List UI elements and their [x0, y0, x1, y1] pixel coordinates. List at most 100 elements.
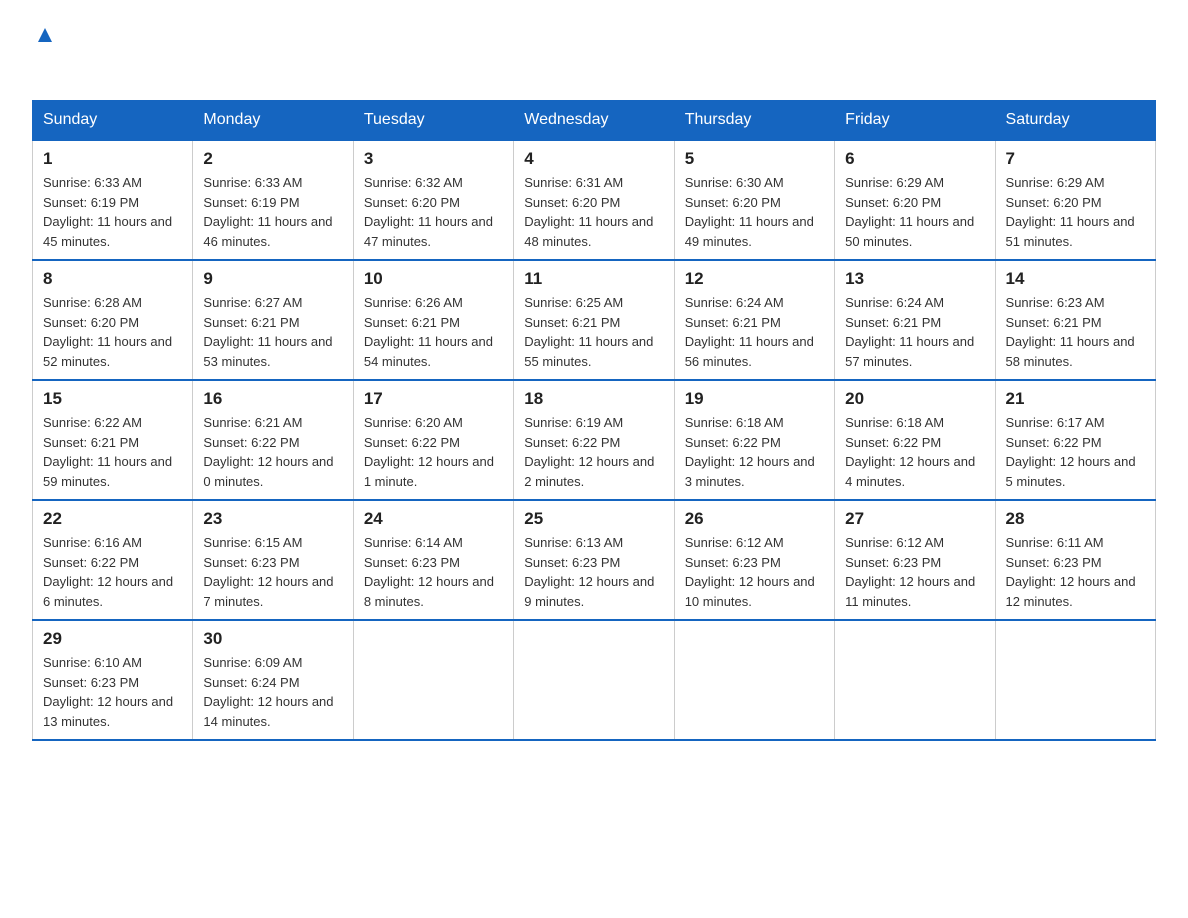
day-info: Sunrise: 6:14 AMSunset: 6:23 PMDaylight:… — [364, 533, 503, 611]
calendar-cell: 29Sunrise: 6:10 AMSunset: 6:23 PMDayligh… — [33, 620, 193, 740]
day-number: 9 — [203, 269, 342, 289]
day-number: 20 — [845, 389, 984, 409]
calendar-cell — [353, 620, 513, 740]
day-number: 6 — [845, 149, 984, 169]
calendar-cell: 1 Sunrise: 6:33 AMSunset: 6:19 PMDaylight… — [33, 140, 193, 260]
calendar-cell: 23 Sunrise: 6:15 AMSunset: 6:23 PMDayligh… — [193, 500, 353, 620]
day-info: Sunrise: 6:32 AMSunset: 6:20 PMDaylight:… — [364, 173, 503, 251]
day-number: 23 — [203, 509, 342, 529]
day-number: 15 — [43, 389, 182, 409]
day-info: Sunrise: 6:33 AMSunset: 6:19 PMDaylight:… — [203, 173, 342, 251]
day-number: 24 — [364, 509, 503, 529]
calendar-cell: 8 Sunrise: 6:28 AMSunset: 6:20 PMDaylight… — [33, 260, 193, 380]
calendar-header-row: SundayMondayTuesdayWednesdayThursdayFrid… — [33, 101, 1156, 141]
day-info: Sunrise: 6:29 AMSunset: 6:20 PMDaylight:… — [1006, 173, 1145, 251]
calendar-cell: 14 Sunrise: 6:23 AMSunset: 6:21 PMDayligh… — [995, 260, 1155, 380]
calendar-cell: 7 Sunrise: 6:29 AMSunset: 6:20 PMDaylight… — [995, 140, 1155, 260]
weekday-header-thursday: Thursday — [674, 101, 834, 141]
day-number: 1 — [43, 149, 182, 169]
calendar-cell: 10Sunrise: 6:26 AMSunset: 6:21 PMDayligh… — [353, 260, 513, 380]
day-info: Sunrise: 6:18 AMSunset: 6:22 PMDaylight:… — [685, 413, 824, 491]
day-number: 29 — [43, 629, 182, 649]
page-header — [32, 24, 1156, 80]
day-info: Sunrise: 6:27 AMSunset: 6:21 PMDaylight:… — [203, 293, 342, 371]
day-number: 11 — [524, 269, 663, 289]
day-number: 5 — [685, 149, 824, 169]
calendar-week-row: 15 Sunrise: 6:22 AMSunset: 6:21 PMDayligh… — [33, 380, 1156, 500]
day-info: Sunrise: 6:33 AMSunset: 6:19 PMDaylight:… — [43, 173, 182, 251]
day-info: Sunrise: 6:21 AMSunset: 6:22 PMDaylight:… — [203, 413, 342, 491]
calendar-cell: 16 Sunrise: 6:21 AMSunset: 6:22 PMDayligh… — [193, 380, 353, 500]
calendar-cell — [674, 620, 834, 740]
day-info: Sunrise: 6:29 AMSunset: 6:20 PMDaylight:… — [845, 173, 984, 251]
day-number: 30 — [203, 629, 342, 649]
day-number: 7 — [1006, 149, 1145, 169]
weekday-header-sunday: Sunday — [33, 101, 193, 141]
calendar-table: SundayMondayTuesdayWednesdayThursdayFrid… — [32, 100, 1156, 741]
weekday-header-friday: Friday — [835, 101, 995, 141]
day-number: 25 — [524, 509, 663, 529]
day-number: 14 — [1006, 269, 1145, 289]
calendar-cell: 25 Sunrise: 6:13 AMSunset: 6:23 PMDayligh… — [514, 500, 674, 620]
calendar-cell: 26 Sunrise: 6:12 AMSunset: 6:23 PMDayligh… — [674, 500, 834, 620]
day-info: Sunrise: 6:24 AMSunset: 6:21 PMDaylight:… — [685, 293, 824, 371]
day-info: Sunrise: 6:18 AMSunset: 6:22 PMDaylight:… — [845, 413, 984, 491]
calendar-cell: 20 Sunrise: 6:18 AMSunset: 6:22 PMDayligh… — [835, 380, 995, 500]
day-number: 12 — [685, 269, 824, 289]
calendar-cell: 19 Sunrise: 6:18 AMSunset: 6:22 PMDayligh… — [674, 380, 834, 500]
day-number: 16 — [203, 389, 342, 409]
day-info: Sunrise: 6:24 AMSunset: 6:21 PMDaylight:… — [845, 293, 984, 371]
day-info: Sunrise: 6:25 AMSunset: 6:21 PMDaylight:… — [524, 293, 663, 371]
day-info: Sunrise: 6:22 AMSunset: 6:21 PMDaylight:… — [43, 413, 182, 491]
day-info: Sunrise: 6:19 AMSunset: 6:22 PMDaylight:… — [524, 413, 663, 491]
calendar-cell: 11 Sunrise: 6:25 AMSunset: 6:21 PMDayligh… — [514, 260, 674, 380]
calendar-cell: 30Sunrise: 6:09 AMSunset: 6:24 PMDayligh… — [193, 620, 353, 740]
day-number: 10 — [364, 269, 503, 289]
calendar-week-row: 22 Sunrise: 6:16 AMSunset: 6:22 PMDayligh… — [33, 500, 1156, 620]
calendar-cell: 5Sunrise: 6:30 AMSunset: 6:20 PMDaylight… — [674, 140, 834, 260]
calendar-cell: 17 Sunrise: 6:20 AMSunset: 6:22 PMDayligh… — [353, 380, 513, 500]
weekday-header-wednesday: Wednesday — [514, 101, 674, 141]
logo — [32, 24, 56, 80]
calendar-cell: 2 Sunrise: 6:33 AMSunset: 6:19 PMDaylight… — [193, 140, 353, 260]
day-info: Sunrise: 6:23 AMSunset: 6:21 PMDaylight:… — [1006, 293, 1145, 371]
day-info: Sunrise: 6:31 AMSunset: 6:20 PMDaylight:… — [524, 173, 663, 251]
calendar-week-row: 29Sunrise: 6:10 AMSunset: 6:23 PMDayligh… — [33, 620, 1156, 740]
day-number: 13 — [845, 269, 984, 289]
calendar-cell: 24 Sunrise: 6:14 AMSunset: 6:23 PMDayligh… — [353, 500, 513, 620]
weekday-header-saturday: Saturday — [995, 101, 1155, 141]
day-info: Sunrise: 6:20 AMSunset: 6:22 PMDaylight:… — [364, 413, 503, 491]
day-info: Sunrise: 6:12 AMSunset: 6:23 PMDaylight:… — [845, 533, 984, 611]
calendar-cell: 18 Sunrise: 6:19 AMSunset: 6:22 PMDayligh… — [514, 380, 674, 500]
calendar-cell: 13 Sunrise: 6:24 AMSunset: 6:21 PMDayligh… — [835, 260, 995, 380]
day-info: Sunrise: 6:28 AMSunset: 6:20 PMDaylight:… — [43, 293, 182, 371]
day-number: 28 — [1006, 509, 1145, 529]
day-info: Sunrise: 6:12 AMSunset: 6:23 PMDaylight:… — [685, 533, 824, 611]
day-number: 21 — [1006, 389, 1145, 409]
day-info: Sunrise: 6:13 AMSunset: 6:23 PMDaylight:… — [524, 533, 663, 611]
calendar-week-row: 8 Sunrise: 6:28 AMSunset: 6:20 PMDaylight… — [33, 260, 1156, 380]
day-number: 8 — [43, 269, 182, 289]
calendar-cell: 15 Sunrise: 6:22 AMSunset: 6:21 PMDayligh… — [33, 380, 193, 500]
calendar-cell — [835, 620, 995, 740]
calendar-cell: 3 Sunrise: 6:32 AMSunset: 6:20 PMDaylight… — [353, 140, 513, 260]
day-info: Sunrise: 6:15 AMSunset: 6:23 PMDaylight:… — [203, 533, 342, 611]
weekday-header-monday: Monday — [193, 101, 353, 141]
calendar-cell: 21Sunrise: 6:17 AMSunset: 6:22 PMDayligh… — [995, 380, 1155, 500]
day-number: 3 — [364, 149, 503, 169]
calendar-cell: 22 Sunrise: 6:16 AMSunset: 6:22 PMDayligh… — [33, 500, 193, 620]
day-number: 2 — [203, 149, 342, 169]
day-number: 4 — [524, 149, 663, 169]
calendar-cell: 4 Sunrise: 6:31 AMSunset: 6:20 PMDaylight… — [514, 140, 674, 260]
calendar-cell: 9 Sunrise: 6:27 AMSunset: 6:21 PMDaylight… — [193, 260, 353, 380]
calendar-cell: 6 Sunrise: 6:29 AMSunset: 6:20 PMDaylight… — [835, 140, 995, 260]
calendar-cell — [514, 620, 674, 740]
day-number: 17 — [364, 389, 503, 409]
day-number: 26 — [685, 509, 824, 529]
day-info: Sunrise: 6:16 AMSunset: 6:22 PMDaylight:… — [43, 533, 182, 611]
logo-triangle-icon — [34, 24, 56, 46]
day-number: 22 — [43, 509, 182, 529]
day-number: 18 — [524, 389, 663, 409]
calendar-cell: 28Sunrise: 6:11 AMSunset: 6:23 PMDayligh… — [995, 500, 1155, 620]
day-number: 19 — [685, 389, 824, 409]
